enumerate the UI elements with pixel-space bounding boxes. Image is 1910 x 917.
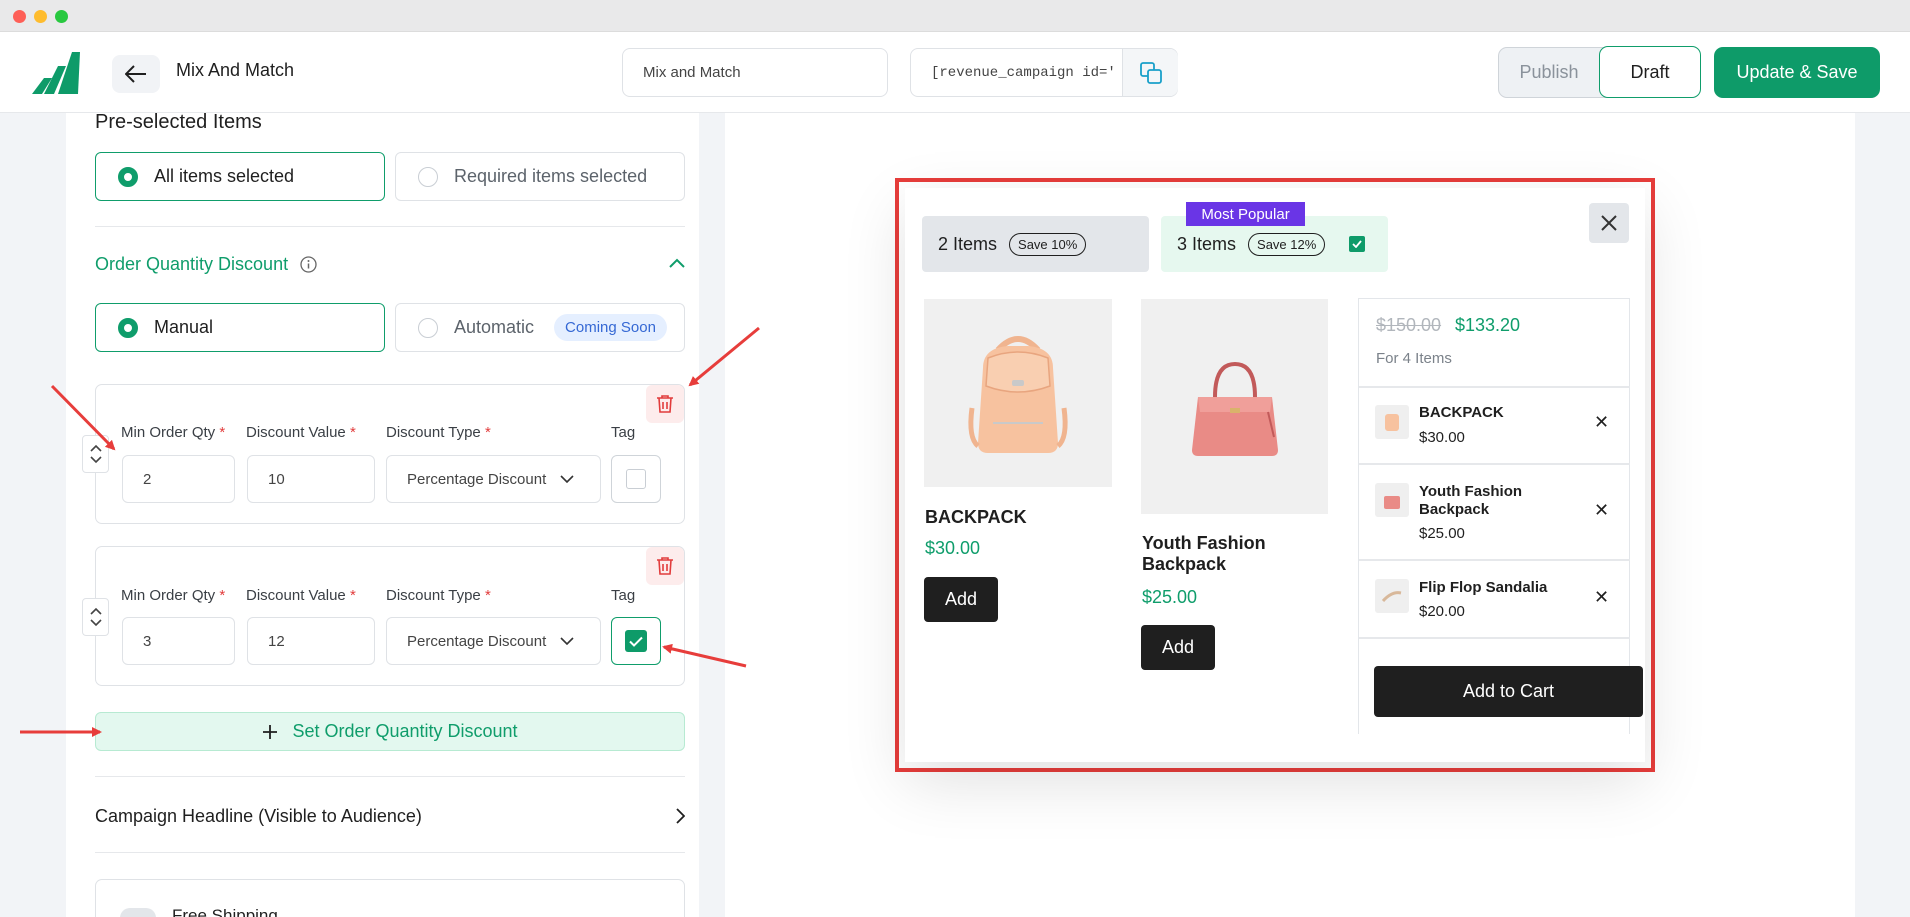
annotation-arrow	[662, 643, 747, 668]
annotation-arrow	[50, 384, 116, 451]
app-window: Mix And Match Mix and Match [revenue_cam…	[0, 0, 1910, 917]
annotation-arrows	[20, 326, 760, 737]
annotation-arrow	[688, 326, 760, 387]
